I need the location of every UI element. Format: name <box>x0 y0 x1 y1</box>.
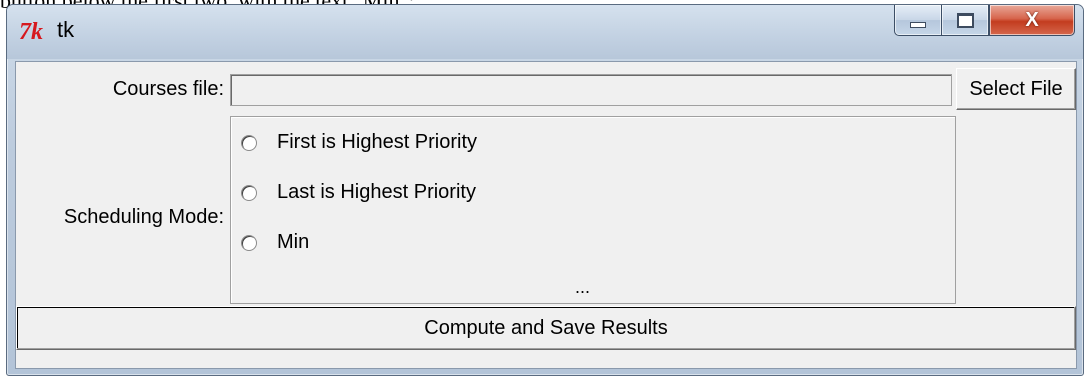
radio-last-highest[interactable]: Last is Highest Priority <box>241 181 476 204</box>
radio-label: First is Highest Priority <box>277 131 478 153</box>
minimize-button[interactable] <box>894 5 941 36</box>
window-controls: X <box>894 5 1075 36</box>
more-options-ellipsis: ... <box>575 277 591 297</box>
tk-window: 7k tk X Courses file: Select File Schedu… <box>6 4 1084 376</box>
window-title: tk <box>57 17 75 42</box>
page: button below the first two, with the tex… <box>0 0 1085 377</box>
courses-file-label: Courses file: <box>112 78 224 100</box>
tk-feather-icon: 7k <box>19 19 43 45</box>
radio-min[interactable]: Min <box>241 231 309 254</box>
minimize-icon <box>910 22 926 28</box>
scheduling-mode-label: Scheduling Mode: <box>63 206 224 228</box>
radio-label: Last is Highest Priority <box>277 181 476 203</box>
window-client-area: Courses file: Select File Scheduling Mod… <box>15 61 1077 369</box>
close-button[interactable]: X <box>989 5 1075 36</box>
maximize-icon <box>956 12 974 28</box>
compute-and-save-button[interactable]: Compute and Save Results <box>16 306 1076 350</box>
radio-button-icon[interactable] <box>241 184 257 201</box>
title-bar[interactable]: 7k tk X <box>7 5 1083 59</box>
radio-first-highest[interactable]: First is Highest Priority <box>241 131 477 154</box>
select-file-button[interactable]: Select File <box>956 68 1076 110</box>
close-icon: X <box>1025 8 1039 31</box>
courses-file-input[interactable] <box>230 74 952 106</box>
radio-button-icon[interactable] <box>241 134 257 151</box>
maximize-button[interactable] <box>941 5 989 36</box>
scheduling-mode-options: First is Highest Priority Last is Highes… <box>230 116 956 304</box>
radio-label: Min <box>277 231 310 253</box>
radio-button-icon[interactable] <box>241 234 257 251</box>
